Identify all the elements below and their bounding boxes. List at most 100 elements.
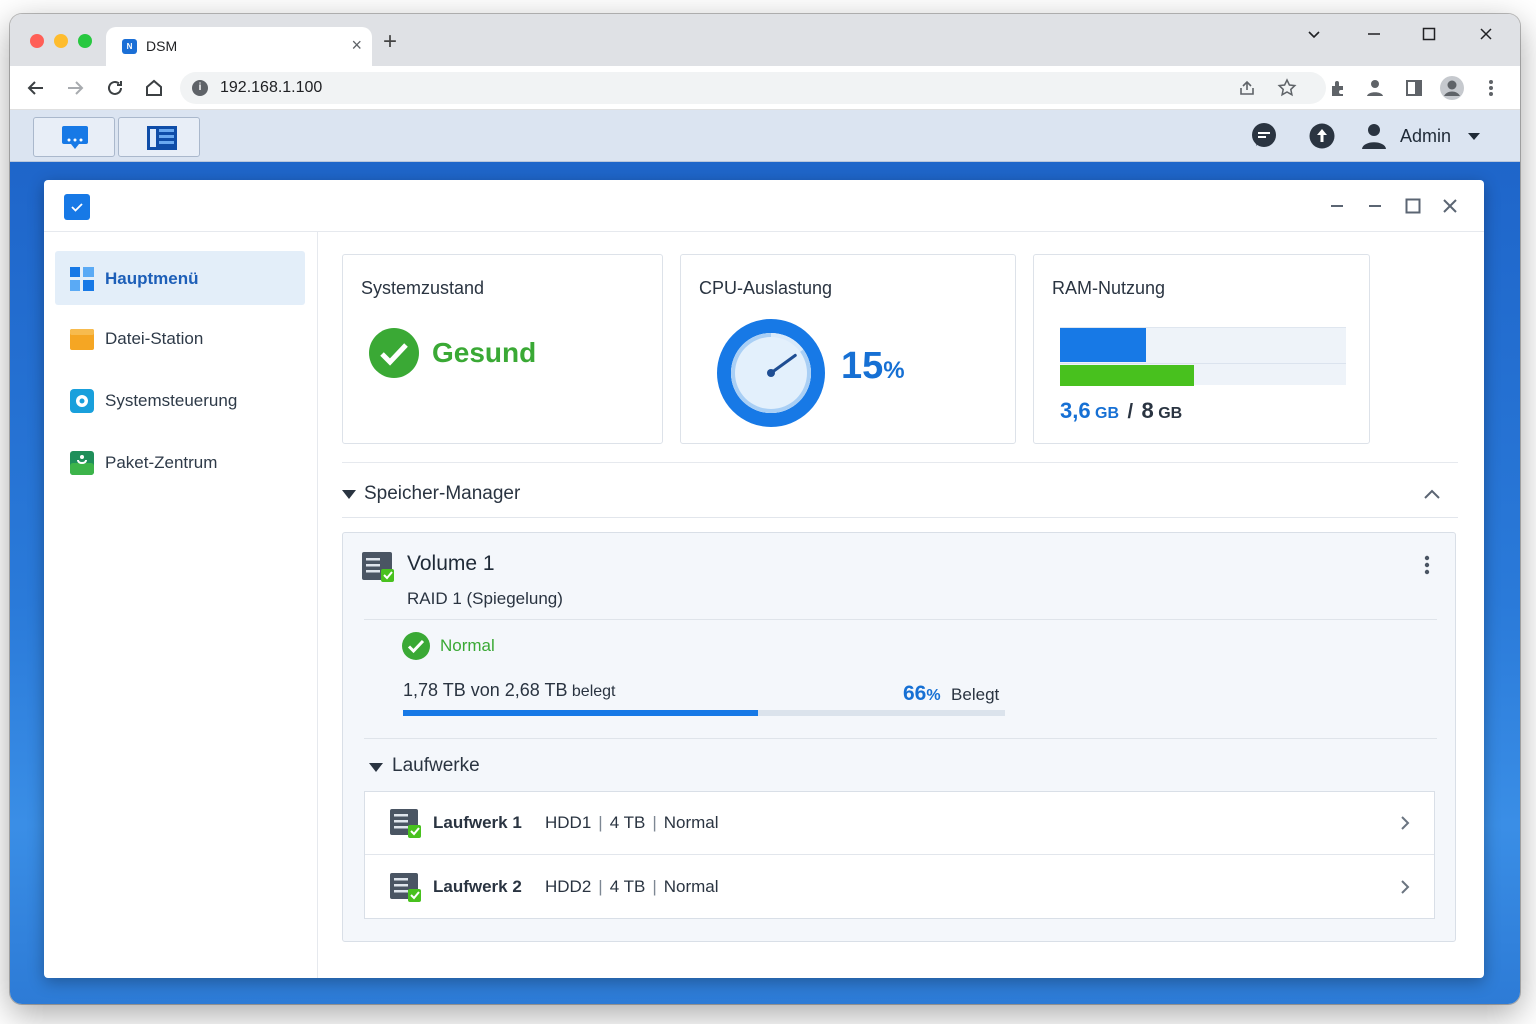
user-icon — [1362, 124, 1386, 149]
volume-usage-suffix: belegt — [571, 683, 616, 700]
sidebar-item-paket-zentrum[interactable]: Paket-Zentrum — [55, 435, 305, 489]
package-center-icon — [69, 450, 95, 476]
drive-icon — [390, 809, 421, 838]
minimize-icon[interactable] — [1366, 26, 1382, 47]
collapse-triangle-icon — [342, 490, 356, 499]
minimize-window-dot[interactable] — [54, 34, 68, 48]
tab-close-icon[interactable]: × — [351, 35, 362, 55]
volume-usage-text: 1,78 TB von 2,68 TB belegt — [403, 680, 616, 701]
forward-icon[interactable] — [61, 74, 89, 102]
browser-toolbar: i 192.168.1.100 — [10, 66, 1520, 110]
maximize-icon[interactable] — [1421, 26, 1437, 47]
volume-percent-label: Belegt — [951, 685, 1000, 704]
app-restore-icon[interactable] — [1367, 194, 1383, 219]
ram-used-unit: GB — [1095, 405, 1120, 422]
zoom-window-dot[interactable] — [78, 34, 92, 48]
site-info-icon[interactable]: i — [192, 80, 208, 96]
bookmark-star-icon[interactable] — [1277, 78, 1297, 103]
chevron-up-icon[interactable] — [1424, 489, 1440, 499]
close-window-dot[interactable] — [30, 34, 44, 48]
ram-used-value: 3,6 — [1060, 398, 1091, 423]
drive-name: Laufwerk 2 — [433, 877, 522, 896]
desktop-chat-icon — [62, 126, 88, 149]
profile-person-icon[interactable] — [1361, 74, 1389, 102]
volume-panel: Volume 1 RAID 1 (Spiegelung) Normal 1,78… — [342, 532, 1456, 942]
chevron-right-icon[interactable] — [1400, 879, 1410, 895]
sidebar-item-datei-station[interactable]: Datei-Station — [55, 311, 305, 365]
extensions-icon[interactable] — [1324, 74, 1352, 102]
volume-percent-unit: % — [926, 687, 941, 704]
share-icon[interactable] — [1238, 79, 1256, 102]
tab-title: DSM — [146, 38, 178, 54]
dsm-taskbar: Admin — [10, 110, 1520, 162]
drive-name: Laufwerk 1 — [433, 813, 522, 832]
widget-title: CPU-Auslastung — [699, 278, 833, 298]
drive-status: Normal — [663, 877, 719, 896]
ram-cache-bar — [1060, 365, 1195, 386]
close-icon[interactable] — [1478, 26, 1494, 47]
collapse-triangle-icon — [369, 763, 383, 772]
app-close-icon[interactable] — [1442, 194, 1458, 219]
volume-storage-icon — [362, 552, 394, 582]
widget-title: Systemzustand — [361, 278, 485, 298]
app-window-header — [44, 180, 1484, 232]
app-maximize-icon[interactable] — [1405, 194, 1421, 219]
drive-info: HDD1 | 4 TB | Normal — [545, 813, 719, 832]
drives-title: Laufwerke — [392, 755, 480, 776]
section-title: Speicher-Manager — [364, 483, 521, 504]
reload-icon[interactable] — [101, 74, 129, 102]
user-label: Admin — [1400, 126, 1452, 146]
side-panel-icon[interactable] — [1400, 74, 1428, 102]
ram-total-value: 8 — [1141, 398, 1154, 423]
browser-tab[interactable]: N DSM × — [106, 27, 372, 66]
drive-slot: HDD1 — [545, 813, 592, 832]
drive-size: 4 TB — [609, 877, 646, 896]
cpu-unit: % — [883, 357, 905, 384]
show-desktop-button[interactable] — [33, 117, 115, 157]
drive-info: HDD2 | 4 TB | Normal — [545, 877, 719, 896]
more-menu-icon[interactable] — [1477, 74, 1505, 102]
browser-window: N DSM × + i 192.168.1.100 Admin Hauptmen… — [10, 14, 1520, 1004]
volume-more-icon[interactable] — [1424, 555, 1430, 575]
sidebar-item-label: Paket-Zentrum — [105, 453, 218, 472]
ram-total-unit: GB — [1158, 405, 1183, 422]
sidebar-item-systemsteuerung[interactable]: Systemsteuerung — [55, 373, 305, 427]
back-icon[interactable] — [22, 74, 50, 102]
chevron-right-icon[interactable] — [1400, 815, 1410, 831]
drive-size: 4 TB — [609, 813, 646, 832]
volume-status-check-icon — [402, 632, 430, 660]
widget-title: RAM-Nutzung — [1052, 278, 1166, 298]
new-tab-icon[interactable]: + — [383, 30, 397, 54]
app-window: Hauptmenü Datei-Station Systemsteuerung — [44, 180, 1484, 978]
dsm-desktop: Admin Hauptmenü Datei-Station Systemsteu… — [10, 110, 1520, 1004]
user-menu[interactable]: Admin — [1360, 122, 1490, 150]
sidebar-item-hauptmenu[interactable]: Hauptmenü — [55, 251, 305, 305]
main-menu-button[interactable] — [118, 117, 200, 157]
control-panel-icon — [69, 388, 95, 414]
divider — [342, 462, 1458, 463]
drives-section-header[interactable]: Laufwerke — [364, 755, 564, 781]
drive-row[interactable]: Laufwerk 1 HDD1 | 4 TB | Normal — [365, 792, 1434, 855]
volume-usage-track — [403, 710, 1005, 716]
app-minimize-icon[interactable] — [1329, 194, 1345, 219]
home-icon[interactable] — [140, 74, 168, 102]
volume-status: Normal — [440, 636, 495, 655]
drive-row[interactable]: Laufwerk 2 HDD2 | 4 TB | Normal — [365, 856, 1434, 919]
tab-search-chevron-icon[interactable] — [1306, 26, 1322, 47]
caret-down-icon — [1468, 133, 1480, 140]
storage-section-header[interactable]: Speicher-Manager — [342, 480, 1458, 518]
volume-percent-text: 66% Belegt — [903, 682, 999, 706]
account-avatar-icon[interactable] — [1438, 74, 1466, 102]
url-text[interactable]: 192.168.1.100 — [220, 79, 322, 97]
sidebar-item-label: Systemsteuerung — [105, 391, 238, 410]
dsm-favicon-icon: N — [122, 39, 137, 54]
system-health-widget: Systemzustand Gesund — [342, 254, 663, 444]
system-status-text: Gesund — [432, 337, 537, 368]
main-menu-icon — [69, 266, 95, 292]
drive-slot: HDD2 — [545, 877, 592, 896]
drive-status: Normal — [663, 813, 719, 832]
upload-info-icon[interactable] — [1308, 122, 1338, 150]
notification-chat-icon[interactable] — [1250, 122, 1280, 150]
address-bar[interactable]: i 192.168.1.100 — [180, 72, 1326, 104]
cpu-usage-widget: CPU-Auslastung 15% — [680, 254, 1016, 444]
